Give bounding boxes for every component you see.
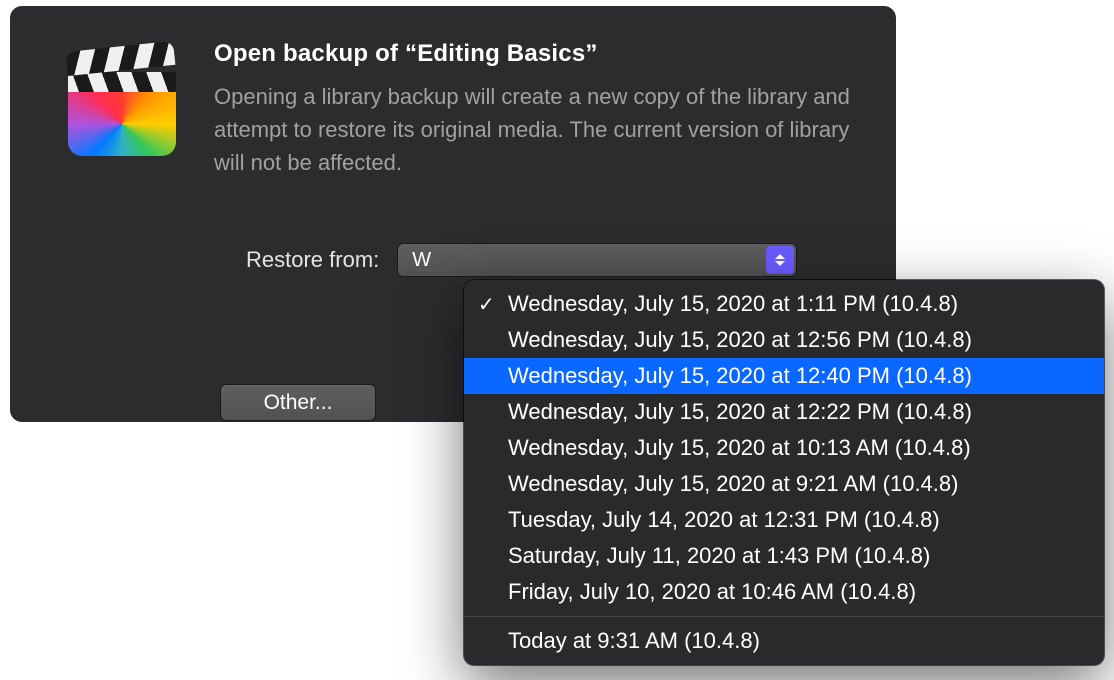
- menu-item-8[interactable]: Friday, July 10, 2020 at 10:46 AM (10.4.…: [464, 574, 1104, 610]
- menu-item-5[interactable]: Wednesday, July 15, 2020 at 9:21 AM (10.…: [464, 466, 1104, 502]
- menu-item-label: Wednesday, July 15, 2020 at 10:13 AM (10…: [508, 435, 971, 461]
- menu-item-label: Wednesday, July 15, 2020 at 9:21 AM (10.…: [508, 471, 958, 497]
- menu-item-label: Today at 9:31 AM (10.4.8): [508, 628, 760, 654]
- menu-item-label: Wednesday, July 15, 2020 at 1:11 PM (10.…: [508, 291, 958, 317]
- dialog-title: Open backup of “Editing Basics”: [214, 40, 856, 68]
- menu-item-today[interactable]: Today at 9:31 AM (10.4.8): [464, 623, 1104, 659]
- menu-item-label: Wednesday, July 15, 2020 at 12:22 PM (10…: [508, 399, 972, 425]
- dialog-header: Open backup of “Editing Basics” Opening …: [46, 38, 856, 179]
- menu-item-label: Wednesday, July 15, 2020 at 12:56 PM (10…: [508, 327, 972, 353]
- checkmark-icon: ✓: [478, 292, 495, 317]
- other-button[interactable]: Other...: [220, 384, 376, 421]
- restore-from-menu: ✓ Wednesday, July 15, 2020 at 1:11 PM (1…: [464, 280, 1104, 665]
- fcpx-app-icon: [68, 48, 176, 156]
- menu-separator: [464, 616, 1104, 617]
- restore-from-row: Restore from: W: [246, 243, 856, 277]
- dialog-text-block: Open backup of “Editing Basics” Opening …: [214, 38, 856, 179]
- menu-item-label: Tuesday, July 14, 2020 at 12:31 PM (10.4…: [508, 507, 940, 533]
- dropdown-selected-text: W: [412, 249, 431, 272]
- menu-item-2[interactable]: Wednesday, July 15, 2020 at 12:40 PM (10…: [464, 358, 1104, 394]
- other-button-label: Other...: [264, 391, 333, 415]
- dialog-description: Opening a library backup will create a n…: [214, 80, 854, 179]
- menu-item-4[interactable]: Wednesday, July 15, 2020 at 10:13 AM (10…: [464, 430, 1104, 466]
- menu-item-label: Wednesday, July 15, 2020 at 12:40 PM (10…: [508, 363, 972, 389]
- menu-item-label: Saturday, July 11, 2020 at 1:43 PM (10.4…: [508, 543, 930, 569]
- restore-from-label: Restore from:: [246, 247, 379, 273]
- updown-arrows-icon: [766, 246, 794, 274]
- menu-item-1[interactable]: Wednesday, July 15, 2020 at 12:56 PM (10…: [464, 322, 1104, 358]
- restore-from-dropdown[interactable]: W: [397, 243, 797, 277]
- menu-item-7[interactable]: Saturday, July 11, 2020 at 1:43 PM (10.4…: [464, 538, 1104, 574]
- menu-item-3[interactable]: Wednesday, July 15, 2020 at 12:22 PM (10…: [464, 394, 1104, 430]
- menu-item-6[interactable]: Tuesday, July 14, 2020 at 12:31 PM (10.4…: [464, 502, 1104, 538]
- menu-item-0[interactable]: ✓ Wednesday, July 15, 2020 at 1:11 PM (1…: [464, 286, 1104, 322]
- menu-item-label: Friday, July 10, 2020 at 10:46 AM (10.4.…: [508, 579, 916, 605]
